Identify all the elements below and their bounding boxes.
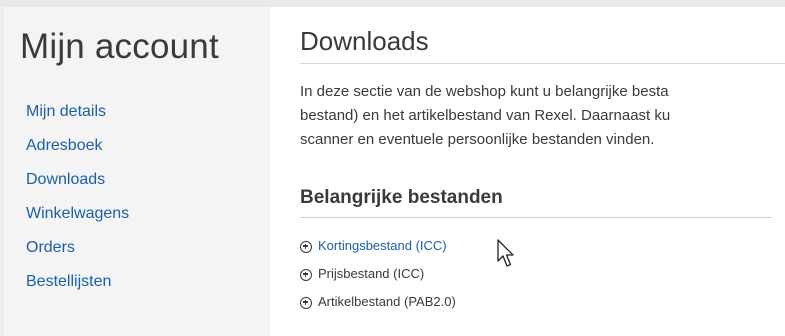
file-label: Prijsbestand (ICC) — [318, 266, 425, 281]
sidebar-item-downloads[interactable]: Downloads — [26, 163, 129, 197]
mouse-cursor-icon — [497, 239, 514, 267]
sidebar-title: Mijn account — [20, 27, 219, 66]
title-divider — [300, 63, 785, 64]
intro-text: In deze sectie van de webshop kunt u bel… — [300, 80, 785, 152]
intro-line: scanner en eventuele persoonlijke bestan… — [300, 131, 655, 148]
sidebar-item-mijn-details[interactable]: Mijn details — [26, 95, 129, 129]
sidebar-item-winkelwagens[interactable]: Winkelwagens — [26, 197, 129, 231]
downloads-content: Downloads In deze sectie van de webshop … — [270, 7, 785, 336]
section-title: Belangrijke bestanden — [300, 187, 503, 208]
download-link-prijsbestand[interactable]: Prijsbestand (ICC) — [300, 260, 456, 288]
intro-line: bestand) en het artikelbestand van Rexel… — [300, 107, 671, 124]
page-title: Downloads — [300, 26, 429, 56]
account-sidebar: Mijn account Mijn details Adresboek Down… — [4, 7, 270, 336]
sidebar-item-adresboek[interactable]: Adresboek — [26, 129, 129, 163]
sidebar-item-orders[interactable]: Orders — [26, 231, 129, 265]
plus-circle-icon — [300, 240, 312, 253]
section-divider — [300, 217, 772, 218]
download-link-artikelbestand[interactable]: Artikelbestand (PAB2.0) — [300, 288, 456, 316]
top-strip — [0, 0, 785, 7]
plus-circle-icon — [300, 268, 312, 281]
sidebar-item-bestellijsten[interactable]: Bestellijsten — [26, 265, 129, 299]
file-label: Kortingsbestand (ICC) — [318, 238, 447, 253]
intro-line: In deze sectie van de webshop kunt u bel… — [300, 83, 669, 100]
plus-circle-icon — [300, 296, 312, 309]
download-file-list: Kortingsbestand (ICC) Prijsbestand (ICC)… — [300, 232, 456, 316]
account-nav: Mijn details Adresboek Downloads Winkelw… — [26, 95, 129, 299]
download-link-kortingsbestand[interactable]: Kortingsbestand (ICC) — [300, 232, 456, 260]
file-label: Artikelbestand (PAB2.0) — [318, 294, 456, 309]
